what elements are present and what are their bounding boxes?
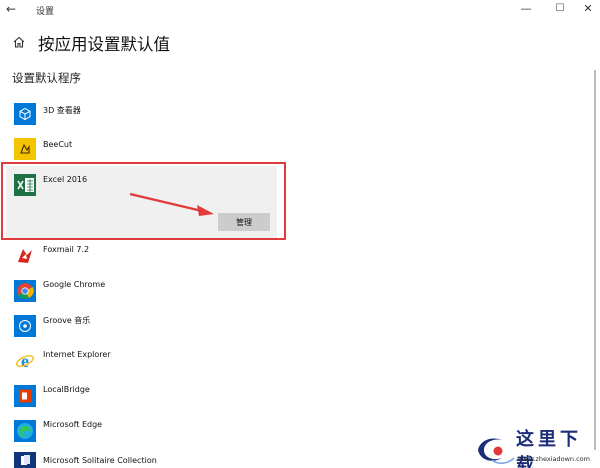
app-name: Google Chrome (43, 280, 106, 289)
chrome-icon (14, 280, 36, 302)
office-icon (14, 385, 36, 407)
ie-icon: e (14, 350, 36, 372)
section-heading: 设置默认程序 (12, 71, 81, 85)
maximize-button[interactable]: ☐ (550, 1, 570, 17)
scrollbar[interactable] (594, 70, 596, 450)
back-arrow-icon[interactable]: ← (6, 2, 16, 16)
app-name: Internet Explorer (43, 350, 111, 359)
title-bar: ← 设置 — ☐ ✕ (0, 0, 600, 20)
minimize-button[interactable]: — (516, 1, 536, 17)
app-name: Foxmail 7.2 (43, 245, 90, 254)
app-name: Excel 2016 (43, 175, 88, 184)
3d-viewer-icon (14, 103, 36, 125)
excel-icon (14, 174, 36, 196)
close-button[interactable]: ✕ (578, 1, 598, 17)
app-name: 3D 查看器 (43, 106, 81, 115)
page-title: 按应用设置默认值 (38, 35, 170, 54)
app-name: LocalBridge (43, 385, 90, 394)
svg-text:e: e (21, 351, 29, 371)
beecut-icon (14, 138, 36, 160)
home-icon[interactable] (12, 35, 26, 49)
app-name: Microsoft Edge (43, 420, 103, 429)
app-name: Groove 音乐 (43, 316, 91, 325)
app-name: Microsoft Solitaire Collection (43, 456, 157, 465)
watermark-url: www.zhexiadown.com (518, 455, 590, 463)
window-title: 设置 (36, 7, 55, 17)
edge-icon (14, 420, 36, 442)
groove-icon (14, 315, 36, 337)
manage-button[interactable]: 管理 (218, 213, 270, 231)
solitaire-icon (14, 452, 36, 468)
app-name: BeeCut (43, 140, 73, 149)
foxmail-icon (14, 245, 36, 267)
